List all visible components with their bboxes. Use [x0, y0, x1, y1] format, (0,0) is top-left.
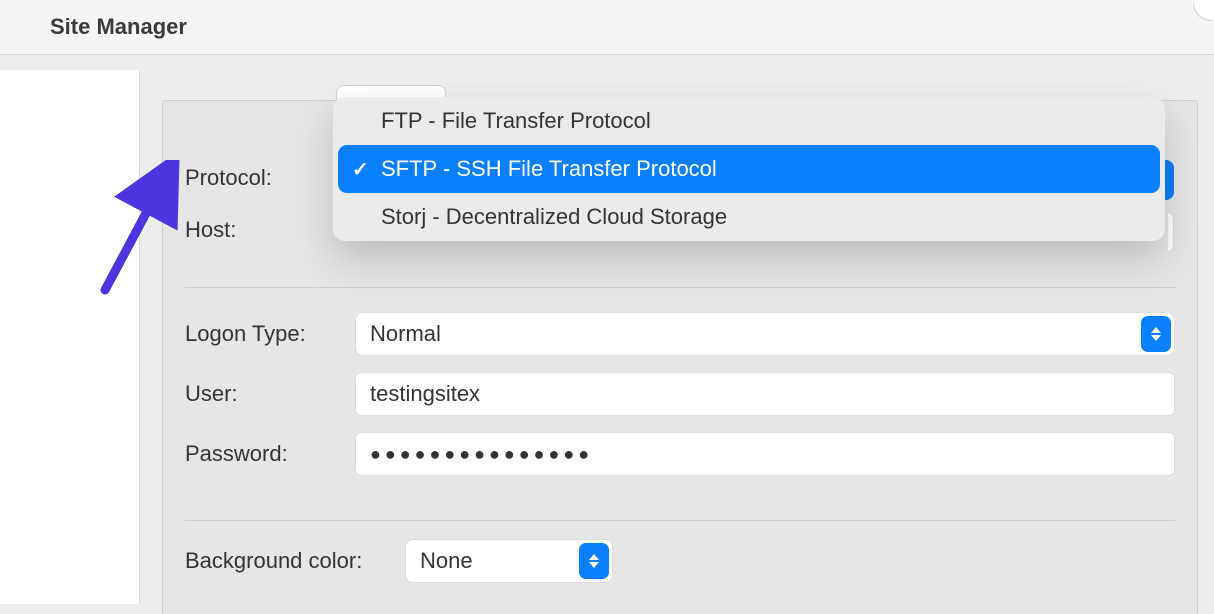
protocol-option-ftp[interactable]: FTP - File Transfer Protocol — [333, 97, 1165, 145]
logon-type-value: Normal — [370, 321, 441, 347]
protocol-option-sftp[interactable]: SFTP - SSH File Transfer Protocol — [338, 145, 1160, 193]
logon-type-select[interactable]: Normal — [355, 312, 1175, 356]
password-row: Password: ●●●●●●●●●●●●●●● — [185, 432, 1175, 476]
window-title: Site Manager — [50, 14, 187, 40]
password-label: Password: — [185, 441, 355, 467]
user-row: User: testingsitex — [185, 372, 1175, 416]
protocol-option-label: Storj - Decentralized Cloud Storage — [381, 204, 727, 230]
password-input[interactable]: ●●●●●●●●●●●●●●● — [355, 432, 1175, 476]
window-titlebar: Site Manager — [0, 0, 1214, 55]
user-input[interactable]: testingsitex — [355, 372, 1175, 416]
host-input-peek[interactable] — [1168, 212, 1174, 252]
password-masked-value: ●●●●●●●●●●●●●●● — [370, 444, 593, 465]
protocol-option-label: SFTP - SSH File Transfer Protocol — [381, 156, 717, 182]
user-label: User: — [185, 381, 355, 407]
divider — [185, 520, 1175, 521]
protocol-option-storj[interactable]: Storj - Decentralized Cloud Storage — [333, 193, 1165, 241]
logon-type-row: Logon Type: Normal — [185, 312, 1175, 356]
user-value: testingsitex — [370, 381, 480, 407]
protocol-option-label: FTP - File Transfer Protocol — [381, 108, 651, 134]
background-color-label: Background color: — [185, 548, 405, 574]
site-list-sidebar[interactable] — [0, 70, 140, 604]
logon-type-label: Logon Type: — [185, 321, 355, 347]
updown-icon — [579, 543, 609, 579]
background-color-row: Background color: None — [185, 539, 1175, 583]
background-color-select[interactable]: None — [405, 539, 613, 583]
background-color-value: None — [420, 548, 473, 574]
protocol-label: Protocol: — [185, 165, 355, 191]
updown-icon — [1141, 316, 1171, 352]
protocol-dropdown-menu: FTP - File Transfer Protocol SFTP - SSH … — [333, 97, 1165, 241]
host-label: Host: — [185, 217, 355, 243]
divider — [185, 287, 1175, 288]
